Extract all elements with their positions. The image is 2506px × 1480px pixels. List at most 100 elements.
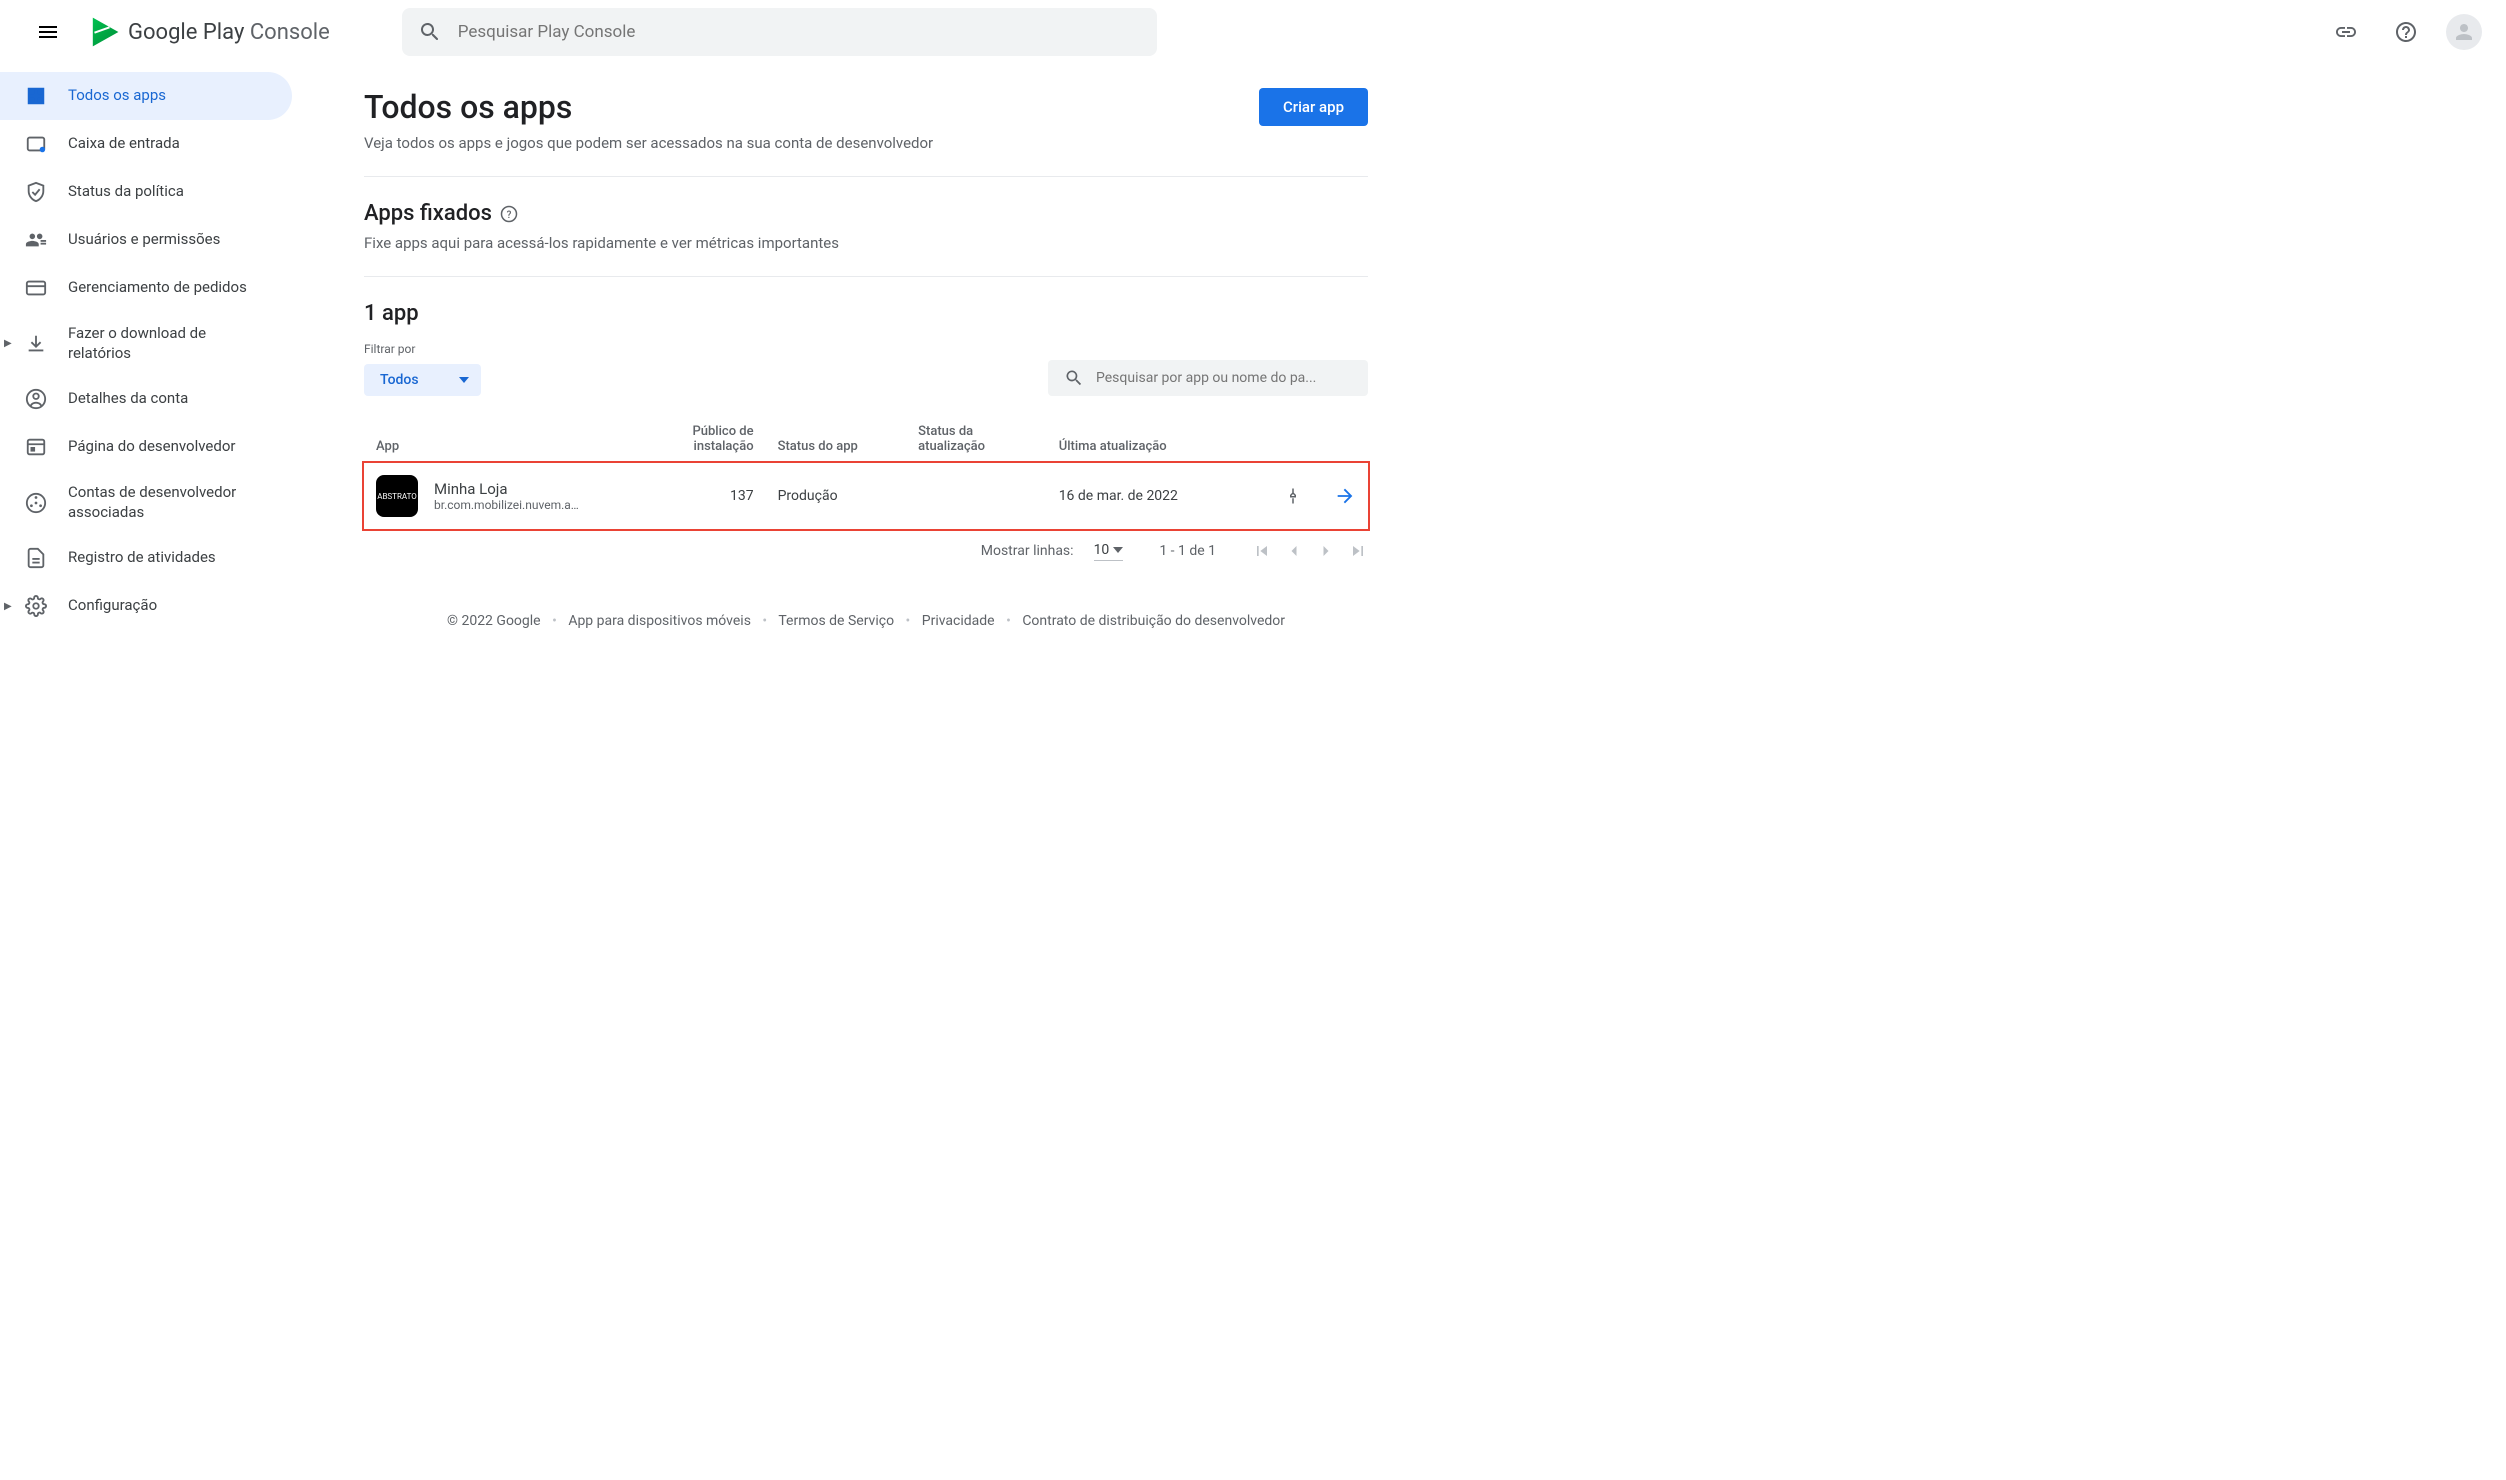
app-icon: ABSTRATO [376,475,418,517]
sidebar-item-orders[interactable]: Gerenciamento de pedidos [0,264,292,312]
chevron-left-icon [1284,541,1304,561]
cell-installs: 137 [645,463,765,529]
sidebar-item-label: Página do desenvolvedor [68,437,243,457]
header-actions [2326,12,2482,52]
sidebar-item-activity-log[interactable]: Registro de atividades [0,534,292,582]
sidebar-item-label: Status da política [68,182,192,202]
connected-icon [24,491,48,515]
footer-link[interactable]: Termos de Serviço [778,613,894,629]
sidebar-item-dev-page[interactable]: Página do desenvolvedor [0,423,292,471]
sidebar-item-label: Contas de desenvolvedor associadas [68,483,268,522]
menu-icon [36,20,60,44]
page-subtitle: Veja todos os apps e jogos que podem ser… [364,134,933,152]
sidebar-item-download-reports[interactable]: ▶ Fazer o download de relatórios [0,312,292,375]
play-logo-icon [88,16,120,48]
last-page-icon [1348,541,1368,561]
col-installs: Público de instalação [645,416,765,463]
account-avatar[interactable] [2446,14,2482,50]
help-outline-icon[interactable]: ? [500,205,518,223]
shield-icon [24,180,48,204]
pin-icon [1284,487,1302,505]
search-input[interactable] [458,22,1141,42]
col-last-update: Última atualização [1047,416,1228,463]
expand-arrow-icon: ▶ [4,338,12,349]
help-button[interactable] [2386,12,2426,52]
page-range: 1 - 1 de 1 [1159,543,1216,559]
col-app: App [364,416,645,463]
link-button[interactable] [2326,12,2366,52]
sidebar-item-label: Detalhes da conta [68,389,196,409]
main-content: Todos os apps Veja todos os apps e jogos… [300,64,1400,653]
section-title: Apps fixados ? [364,201,1368,226]
apps-count-title: 1 app [364,301,1368,326]
search-icon [418,20,442,44]
app-package: br.com.mobilizei.nuvem.a… [434,498,579,512]
arrow-right-icon [1334,485,1356,507]
logo-text: Google Play Console [128,20,330,45]
sidebar-item-label: Configuração [68,596,165,616]
sidebar-item-settings[interactable]: ▶ Configuração [0,582,292,630]
svg-text:?: ? [507,209,512,220]
last-page-button[interactable] [1348,541,1368,561]
section-description: Fixe apps aqui para acessá-los rapidamen… [364,234,1368,252]
sidebar-item-account-details[interactable]: Detalhes da conta [0,375,292,423]
prev-page-button[interactable] [1284,541,1304,561]
next-page-button[interactable] [1316,541,1336,561]
app-name: Minha Loja [434,480,579,498]
pin-button[interactable] [1284,487,1302,505]
inbox-icon [24,132,48,156]
dropdown-arrow-icon [1113,547,1123,553]
sidebar-item-inbox[interactable]: Caixa de entrada [0,120,292,168]
cell-last-update: 16 de mar. de 2022 [1047,463,1228,529]
sidebar-item-associated-accounts[interactable]: Contas de desenvolvedor associadas [0,471,292,534]
dropdown-arrow-icon [459,377,469,383]
sidebar: Todos os apps Caixa de entrada Status da… [0,64,300,653]
card-icon [24,276,48,300]
open-app-button[interactable] [1334,485,1356,507]
highlighted-row-annotation: ABSTRATO Minha Loja br.com.mobilizei.nuv… [362,461,1370,531]
logo[interactable]: Google Play Console [88,16,330,48]
filter-label: Filtrar por [364,342,481,356]
create-app-button[interactable]: Criar app [1259,88,1368,126]
page-header: Todos os apps Veja todos os apps e jogos… [364,88,1368,177]
sidebar-item-all-apps[interactable]: Todos os apps [0,72,292,120]
sidebar-item-label: Registro de atividades [68,548,224,568]
expand-arrow-icon: ▶ [4,601,12,612]
filter-dropdown[interactable]: Todos [364,364,481,396]
sidebar-item-label: Caixa de entrada [68,134,188,154]
hamburger-menu-button[interactable] [24,8,72,56]
footer: © 2022 Google • App para dispositivos mó… [364,573,1368,653]
person-icon [2452,20,2476,44]
first-page-button[interactable] [1252,541,1272,561]
rows-per-page-select[interactable]: 10 [1094,542,1124,561]
first-page-icon [1252,541,1272,561]
chevron-right-icon [1316,541,1336,561]
pinned-apps-section: Apps fixados ? Fixe apps aqui para acess… [364,177,1368,277]
apps-list-section: 1 app Filtrar por Todos [364,277,1368,573]
filter-value: Todos [380,372,419,388]
page-icon [24,435,48,459]
account-icon [24,387,48,411]
table-search-input[interactable] [1096,370,1352,386]
apps-grid-icon [24,84,48,108]
rows-label: Mostrar linhas: [981,543,1074,559]
help-icon [2394,20,2418,44]
gear-icon [24,594,48,618]
copyright: © 2022 Google [447,613,541,629]
sidebar-item-label: Usuários e permissões [68,230,228,250]
sidebar-item-policy-status[interactable]: Status da política [0,168,292,216]
pagination: Mostrar linhas: 10 1 - 1 de 1 [364,529,1368,573]
cell-update-status [906,463,1047,529]
table-row[interactable]: ABSTRATO Minha Loja br.com.mobilizei.nuv… [364,463,1368,529]
search-bar[interactable] [402,8,1157,56]
cell-app-status: Produção [766,463,907,529]
table-search[interactable] [1048,360,1368,396]
apps-table: App Público de instalação Status do app … [364,416,1368,463]
document-icon [24,546,48,570]
sidebar-item-users[interactable]: Usuários e permissões [0,216,292,264]
search-icon [1064,368,1084,388]
footer-link[interactable]: Contrato de distribuição do desenvolvedo… [1022,613,1285,629]
link-icon [2334,20,2358,44]
footer-link[interactable]: Privacidade [922,613,995,629]
footer-link[interactable]: App para dispositivos móveis [568,613,751,629]
